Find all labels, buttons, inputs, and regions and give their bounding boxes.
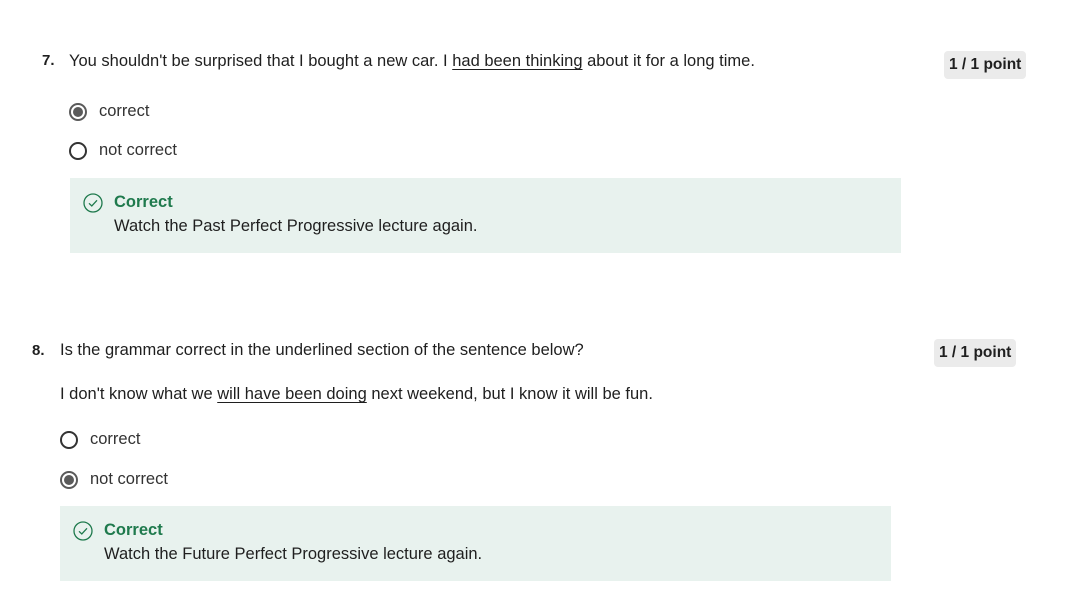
question-number: 8. — [32, 342, 45, 359]
feedback-box: Correct Watch the Future Perfect Progres… — [60, 506, 891, 581]
option-not-correct[interactable]: not correct — [69, 141, 177, 160]
question-sentence: I don't know what we will have been doin… — [60, 385, 653, 404]
feedback-text: Watch the Future Perfect Progressive lec… — [104, 545, 483, 563]
check-circle-icon — [73, 521, 93, 541]
option-label: not correct — [90, 470, 168, 488]
underlined-section: had been thinking — [452, 52, 583, 70]
points-badge: 1 / 1 point — [944, 51, 1027, 79]
feedback-title: Correct — [104, 521, 163, 539]
radio-button[interactable] — [60, 470, 78, 489]
question-prompt: Is the grammar correct in the underlined… — [60, 341, 584, 359]
option-correct[interactable]: correct — [69, 102, 149, 121]
radio-button[interactable] — [69, 141, 87, 160]
question-prompt: You shouldn't be surprised that I bought… — [69, 52, 755, 71]
feedback-text: Watch the Past Perfect Progressive lectu… — [114, 217, 478, 235]
underlined-section: will have been doing — [217, 385, 367, 403]
sentence-text: next weekend, but I know it will be fun. — [366, 385, 653, 403]
radio-button[interactable] — [60, 430, 78, 449]
option-not-correct[interactable]: not correct — [60, 470, 168, 489]
feedback-box: Correct Watch the Past Perfect Progressi… — [70, 178, 901, 253]
prompt-text: about it for a long time. — [582, 52, 755, 70]
question-8: 8. Is the grammar correct in the underli… — [0, 290, 1078, 611]
check-circle-icon — [83, 193, 103, 213]
option-correct[interactable]: correct — [60, 430, 140, 449]
points-badge: 1 / 1 point — [934, 339, 1017, 367]
option-label: correct — [90, 430, 141, 448]
feedback-title: Correct — [114, 193, 173, 211]
question-7: 7. You shouldn't be surprised that I bou… — [0, 0, 1078, 290]
sentence-text: I don't know what we — [60, 385, 218, 403]
prompt-text: You shouldn't be surprised that I bought… — [69, 52, 453, 70]
option-label: correct — [99, 102, 150, 120]
radio-button[interactable] — [69, 102, 87, 121]
option-label: not correct — [99, 141, 177, 159]
question-number: 7. — [42, 52, 55, 69]
